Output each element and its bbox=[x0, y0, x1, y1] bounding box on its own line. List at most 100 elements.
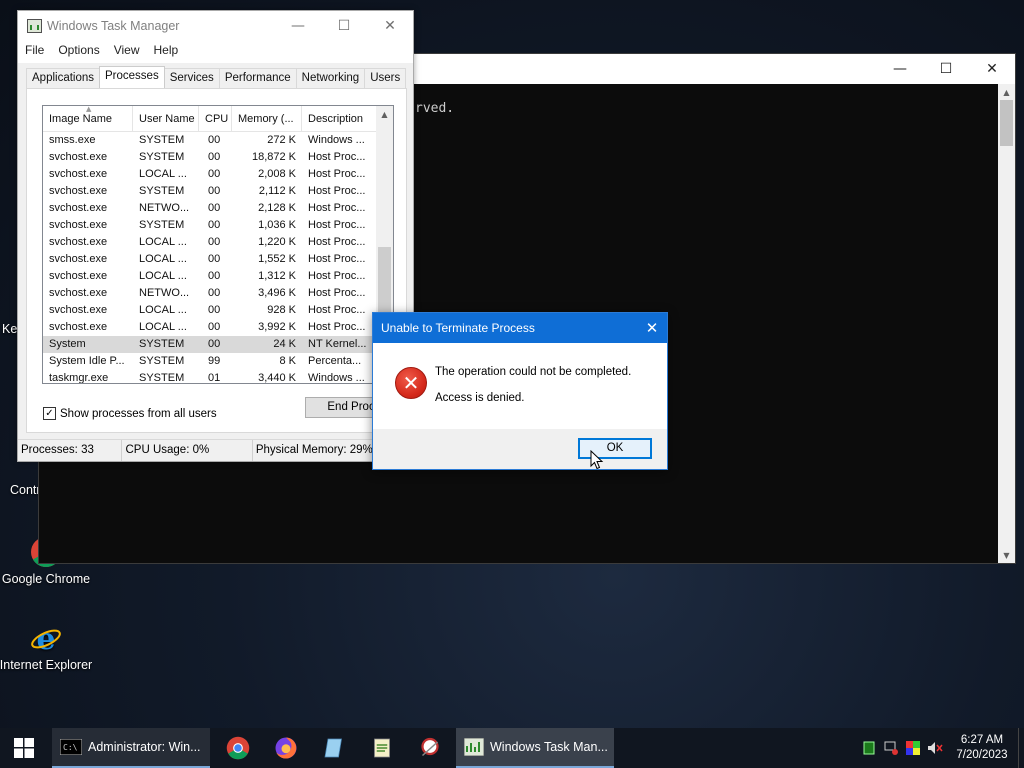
taskbar-firefox[interactable] bbox=[262, 728, 310, 768]
cell-description: Windows ... bbox=[308, 372, 365, 384]
show-desktop-button[interactable] bbox=[1018, 728, 1024, 768]
desktop-icon-label: Internet Explorer bbox=[0, 658, 93, 672]
tab-networking[interactable]: Networking bbox=[295, 68, 366, 88]
process-list[interactable]: ▲ Image Name User Name CPU Memory (... D… bbox=[42, 105, 394, 384]
tray-color[interactable] bbox=[902, 741, 924, 755]
table-row[interactable]: svchost.exe LOCAL ... 00 928 K Host Proc... bbox=[43, 302, 393, 319]
table-row[interactable]: svchost.exe LOCAL ... 00 3,992 K Host Proc..… bbox=[43, 319, 393, 336]
menu-view[interactable]: View bbox=[114, 43, 140, 63]
tray-network[interactable] bbox=[880, 741, 902, 755]
desktop-partial-label: Contr bbox=[10, 483, 41, 497]
scroll-up-arrow-icon[interactable]: ▲ bbox=[998, 84, 1015, 100]
cell-memory: 24 K bbox=[273, 338, 296, 350]
cmd-maximize-button[interactable]: ☐ bbox=[923, 54, 969, 84]
tab-processes[interactable]: Processes bbox=[99, 66, 165, 88]
taskbar-app-5[interactable] bbox=[406, 728, 454, 768]
cmd-minimize-button[interactable]: — bbox=[877, 54, 923, 84]
table-row[interactable]: svchost.exe LOCAL ... 00 1,220 K Host Proc..… bbox=[43, 234, 393, 251]
cmd-close-button[interactable]: ✕ bbox=[969, 54, 1015, 84]
tray-app-icon[interactable] bbox=[858, 741, 880, 755]
cell-description: Host Proc... bbox=[308, 185, 366, 197]
scroll-up-arrow-icon[interactable]: ▲ bbox=[376, 106, 393, 122]
table-row[interactable]: System SYSTEM 00 24 K NT Kernel... bbox=[43, 336, 393, 353]
tab-performance[interactable]: Performance bbox=[218, 68, 297, 88]
tm-minimize-button[interactable]: — bbox=[275, 11, 321, 41]
task-manager-titlebar[interactable]: Windows Task Manager — ☐ ✕ bbox=[18, 11, 413, 43]
tab-users[interactable]: Users bbox=[364, 68, 407, 88]
cell-cpu: 00 bbox=[208, 151, 221, 163]
taskbar-app-4[interactable] bbox=[358, 728, 406, 768]
cell-cpu: 00 bbox=[208, 185, 221, 197]
sort-ascending-icon: ▲ bbox=[86, 105, 92, 113]
tab-applications[interactable]: Applications bbox=[26, 68, 101, 88]
table-row[interactable]: taskmgr.exe SYSTEM 01 3,440 K Windows ... bbox=[43, 370, 393, 384]
cell-memory: 18,872 K bbox=[251, 151, 296, 163]
column-description[interactable]: Description bbox=[302, 106, 378, 131]
table-row[interactable]: svchost.exe SYSTEM 00 1,036 K Host Proc... bbox=[43, 217, 393, 234]
menu-file[interactable]: File bbox=[25, 43, 44, 63]
table-row[interactable]: svchost.exe NETWO... 00 2,128 K Host Proc... bbox=[43, 200, 393, 217]
column-user-name[interactable]: User Name bbox=[133, 106, 199, 131]
tab-services[interactable]: Services bbox=[163, 68, 220, 88]
cell-description: Host Proc... bbox=[308, 270, 366, 282]
cmd-scrollbar[interactable]: ▲ ▼ bbox=[998, 84, 1015, 563]
taskbar-item-cmd[interactable]: C:\ Administrator: Win... bbox=[52, 728, 210, 768]
clock-time: 6:27 AM bbox=[960, 734, 1004, 746]
desktop-icon-label: Google Chrome bbox=[1, 572, 91, 586]
tm-close-button[interactable]: ✕ bbox=[367, 11, 413, 41]
cell-memory: 3,496 K bbox=[258, 287, 296, 299]
cell-memory: 272 K bbox=[267, 134, 296, 146]
table-row[interactable]: svchost.exe SYSTEM 00 2,112 K Host Proc... bbox=[43, 183, 393, 200]
taskbar-app-3[interactable] bbox=[310, 728, 358, 768]
scroll-down-arrow-icon[interactable]: ▼ bbox=[998, 547, 1015, 563]
cell-memory: 1,220 K bbox=[258, 236, 296, 248]
column-memory[interactable]: Memory (... bbox=[232, 106, 302, 131]
cell-memory: 928 K bbox=[267, 304, 296, 316]
show-all-processes-label[interactable]: Show processes from all users bbox=[60, 408, 217, 420]
close-icon[interactable]: ✕ bbox=[637, 313, 667, 343]
table-row[interactable]: svchost.exe LOCAL ... 00 2,008 K Host Proc..… bbox=[43, 166, 393, 183]
cell-image-name: svchost.exe bbox=[49, 168, 108, 180]
cell-image-name: smss.exe bbox=[49, 134, 96, 146]
error-detail: Access is denied. bbox=[435, 392, 525, 404]
show-all-processes-option[interactable]: ✓ Show processes from all users bbox=[43, 407, 217, 420]
table-row[interactable]: svchost.exe SYSTEM 00 18,872 K Host Proc... bbox=[43, 149, 393, 166]
table-row[interactable]: svchost.exe NETWO... 00 3,496 K Host Proc... bbox=[43, 285, 393, 302]
tray-volume[interactable] bbox=[924, 741, 946, 755]
internet-explorer-icon: e bbox=[30, 622, 62, 657]
cell-cpu: 00 bbox=[208, 287, 221, 299]
cell-image-name: svchost.exe bbox=[49, 287, 108, 299]
column-cpu[interactable]: CPU bbox=[199, 106, 232, 131]
table-row[interactable]: svchost.exe LOCAL ... 00 1,552 K Host Proc..… bbox=[43, 251, 393, 268]
cell-description: Host Proc... bbox=[308, 219, 366, 231]
notebook-icon bbox=[324, 738, 342, 758]
volume-muted-icon bbox=[928, 742, 943, 754]
taskbar-clock[interactable]: 6:27 AM 7/20/2023 bbox=[946, 733, 1018, 763]
cell-description: Host Proc... bbox=[308, 304, 366, 316]
desktop-icon-ie[interactable]: e Internet Explorer bbox=[0, 622, 94, 672]
cell-description: Host Proc... bbox=[308, 168, 366, 180]
task-manager-window[interactable]: Windows Task Manager — ☐ ✕ File Options … bbox=[17, 10, 415, 462]
cell-user-name: SYSTEM bbox=[139, 134, 185, 146]
cell-description: Windows ... bbox=[308, 134, 365, 146]
process-list-header: ▲ Image Name User Name CPU Memory (... D… bbox=[43, 106, 393, 132]
cell-cpu: 01 bbox=[208, 372, 221, 384]
tm-maximize-button[interactable]: ☐ bbox=[321, 11, 367, 41]
show-all-processes-checkbox[interactable]: ✓ bbox=[43, 407, 56, 420]
table-row[interactable]: System Idle P... SYSTEM 99 8 K Percenta... bbox=[43, 353, 393, 370]
cell-user-name: LOCAL ... bbox=[139, 236, 187, 248]
cell-user-name: SYSTEM bbox=[139, 219, 185, 231]
cmd-scroll-thumb[interactable] bbox=[1000, 100, 1013, 146]
snipping-tool-icon bbox=[421, 737, 439, 757]
menu-options[interactable]: Options bbox=[58, 43, 99, 63]
error-dialog-titlebar[interactable]: Unable to Terminate Process ✕ bbox=[373, 313, 667, 343]
status-processes: Processes: 33 bbox=[18, 440, 123, 461]
taskbar-chrome[interactable] bbox=[214, 728, 262, 768]
table-row[interactable]: svchost.exe LOCAL ... 00 1,312 K Host Proc..… bbox=[43, 268, 393, 285]
table-row[interactable]: smss.exe SYSTEM 00 272 K Windows ... bbox=[43, 132, 393, 149]
taskbar-item-task-manager[interactable]: Windows Task Man... bbox=[456, 728, 614, 768]
start-button[interactable] bbox=[0, 728, 48, 768]
cell-cpu: 00 bbox=[208, 219, 221, 231]
menu-help[interactable]: Help bbox=[154, 43, 179, 63]
cmd-output-text: rved. bbox=[415, 101, 455, 116]
